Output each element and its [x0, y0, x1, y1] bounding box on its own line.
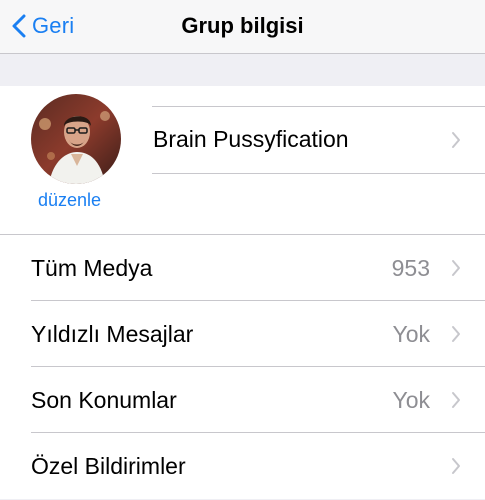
chevron-right-icon	[451, 259, 461, 282]
list-item-label: Tüm Medya	[31, 255, 153, 281]
list-item-label: Yıldızlı Mesajlar	[31, 321, 194, 347]
group-avatar[interactable]	[31, 94, 121, 184]
list-item-all-media[interactable]: Tüm Medya 953	[0, 235, 485, 301]
group-header: düzenle Brain Pussyfication	[0, 86, 485, 234]
list-item-value: Yok	[392, 387, 430, 413]
list-item-label: Son Konumlar	[31, 387, 177, 413]
group-name-row[interactable]: Brain Pussyfication	[152, 106, 485, 174]
settings-list: Tüm Medya 953 Yıldızlı Mesajlar Yok Son …	[0, 234, 485, 499]
navigation-bar: Geri Grup bilgisi	[0, 0, 485, 54]
chevron-right-icon	[451, 131, 461, 154]
page-title: Grup bilgisi	[181, 13, 304, 38]
list-item-value: 953	[391, 255, 430, 281]
list-item-value: Yok	[392, 321, 430, 347]
chevron-right-icon	[451, 325, 461, 348]
list-item-label: Özel Bildirimler	[31, 453, 186, 479]
list-item-recent-locations[interactable]: Son Konumlar Yok	[0, 367, 485, 433]
list-item-starred-messages[interactable]: Yıldızlı Mesajlar Yok	[0, 301, 485, 367]
chevron-right-icon	[451, 391, 461, 414]
chevron-right-icon	[451, 457, 461, 480]
edit-avatar-link[interactable]: düzenle	[38, 190, 101, 211]
list-item-custom-notifications[interactable]: Özel Bildirimler	[0, 433, 485, 499]
group-name: Brain Pussyfication	[153, 126, 349, 152]
